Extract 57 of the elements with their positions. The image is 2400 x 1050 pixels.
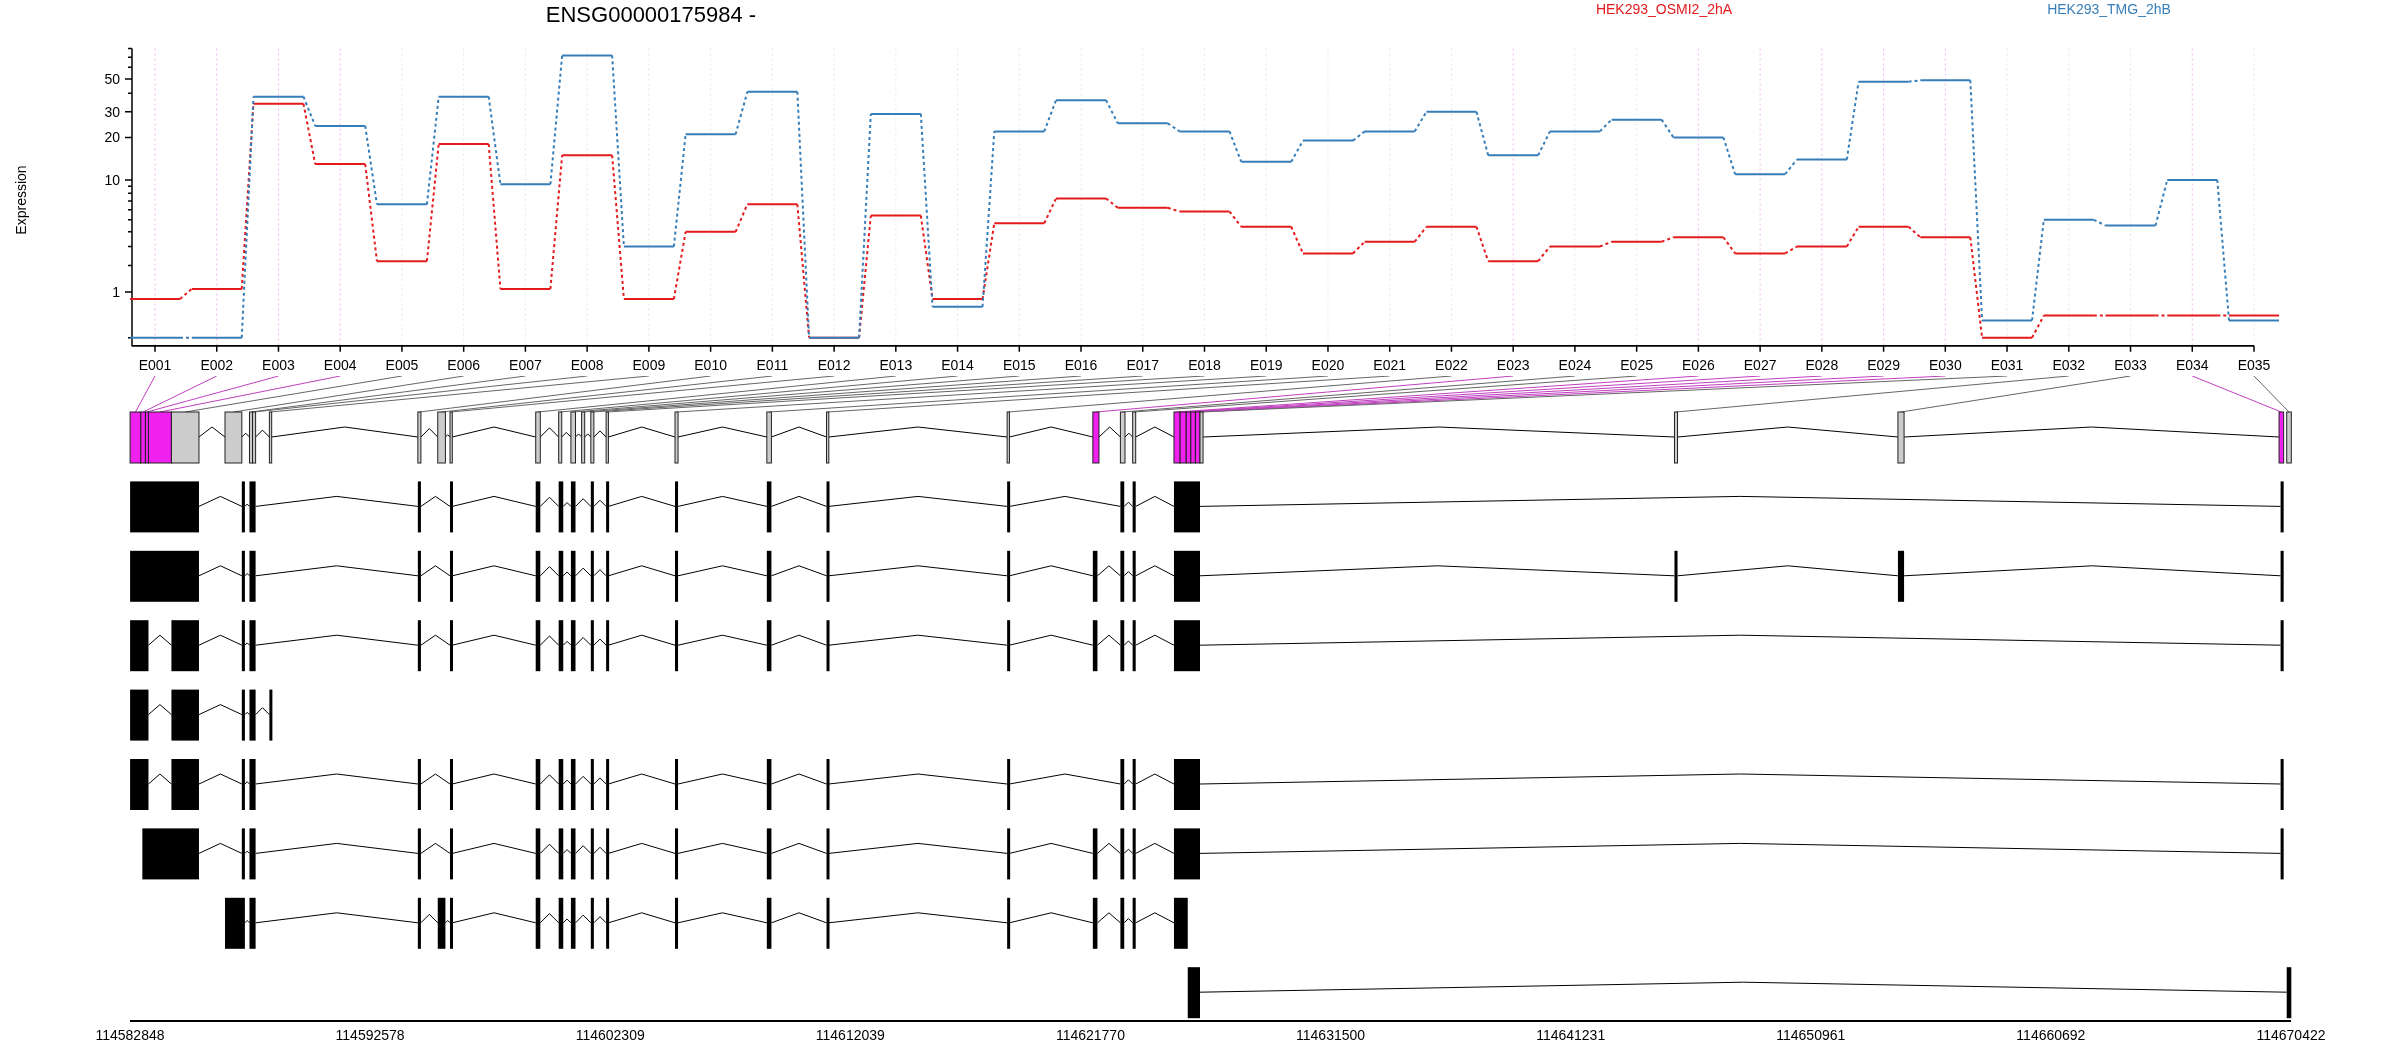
axis-tick-label: 20 [104, 129, 120, 146]
exon-label: E033 [2114, 357, 2147, 373]
exon-label: E003 [262, 357, 295, 373]
exon-label: E031 [1990, 357, 2024, 373]
exon-label: E035 [2237, 357, 2271, 373]
genomic-coordinate-label: 114631500 [1296, 1027, 1366, 1043]
exon-label: E020 [1311, 357, 1345, 373]
exon-label: E013 [879, 357, 913, 373]
axis-tick-label: 1 [112, 284, 120, 301]
exon-label: E005 [385, 357, 419, 373]
exon-label: E034 [2175, 357, 2209, 373]
exon-label: E009 [632, 357, 666, 373]
exon-label: E024 [1558, 357, 1592, 373]
genomic-coordinate-label: 114641231 [1536, 1027, 1606, 1043]
intron-line [198, 426, 226, 438]
intron-line [241, 432, 250, 438]
exon-label: E010 [694, 357, 727, 373]
axis-tick-label: 30 [104, 103, 120, 120]
genomic-coordinate-label: 114612039 [815, 1027, 885, 1043]
exon-label: E011 [756, 357, 789, 373]
exon-label: E014 [941, 357, 974, 373]
exon-label: E016 [1064, 357, 1098, 373]
exon-label: E026 [1682, 357, 1715, 373]
exon-label: E029 [1867, 357, 1900, 373]
exon-label: E019 [1249, 357, 1283, 373]
legend-label: HEK293_TMG_2hB [2047, 1, 2171, 17]
intron-line [1098, 426, 1121, 438]
axis-tick-label: 10 [104, 171, 120, 188]
exon-label: E007 [509, 357, 542, 373]
exon-label: E015 [1002, 357, 1036, 373]
exon-label: E025 [1620, 357, 1653, 373]
exon-label: E006 [447, 357, 481, 373]
genomic-coordinate-label: 114592578 [335, 1027, 405, 1043]
plot-title: ENSG00000175984 - [545, 2, 757, 27]
genomic-coordinate-label: 114650961 [1776, 1027, 1846, 1043]
exon-label: E018 [1188, 357, 1221, 373]
exon-label: E002 [200, 357, 234, 373]
genomic-coordinate-label: 114621770 [1055, 1027, 1125, 1043]
genomic-coordinate-label: 114582848 [95, 1027, 165, 1043]
y-axis-label: Expression [13, 165, 29, 235]
exon-label: E022 [1435, 357, 1468, 373]
exon-label: E001 [138, 357, 172, 373]
exon-label: E017 [1126, 357, 1160, 373]
genomic-coordinate-label: 114660692 [2016, 1027, 2086, 1043]
legend-label: HEK293_OSMI2_2hA [1595, 1, 1733, 17]
exon-label: E023 [1496, 357, 1530, 373]
exon-label: E027 [1743, 357, 1777, 373]
exon-label: E030 [1928, 357, 1962, 373]
genomic-coordinate-label: 114602309 [575, 1027, 645, 1043]
axis-tick-label: 50 [104, 71, 120, 87]
exon-label: E012 [817, 357, 851, 373]
genomic-coordinate-label: 114670422 [2256, 1027, 2326, 1043]
exon-label: E004 [323, 357, 357, 373]
exon-label: E032 [2052, 357, 2086, 373]
exon-label: E028 [1805, 357, 1839, 373]
exon-label: E008 [570, 357, 604, 373]
exon-label: E021 [1373, 357, 1407, 373]
